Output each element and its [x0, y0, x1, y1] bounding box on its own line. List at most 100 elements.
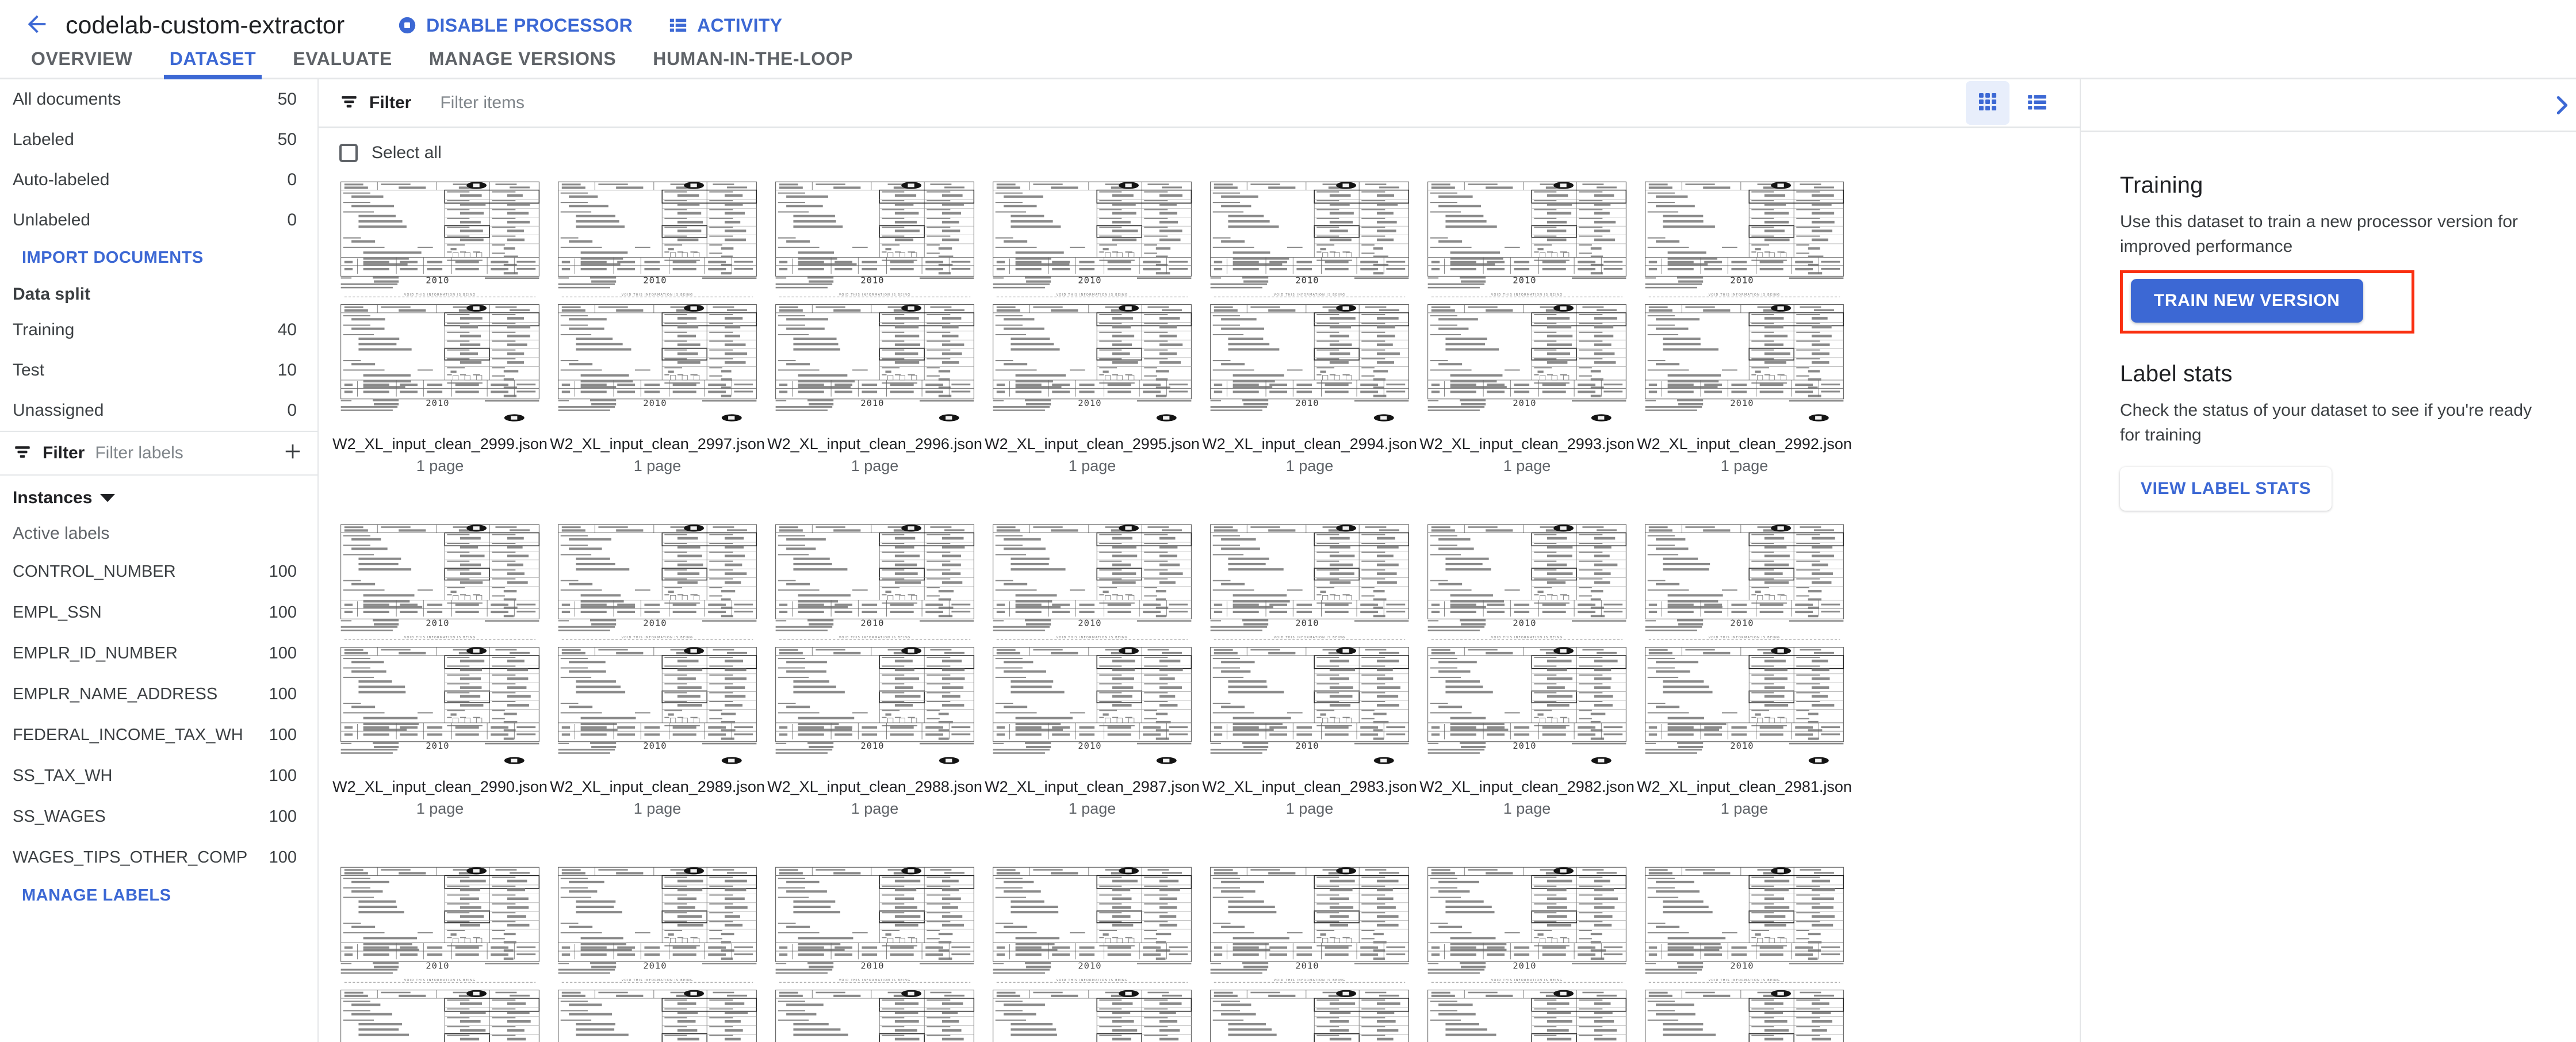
label-row-federal-income-tax-wh[interactable]: FEDERAL_INCOME_TAX_WH 100 [0, 715, 317, 756]
tab-manage-versions[interactable]: MANAGE VERSIONS [411, 48, 634, 78]
filter-items-input[interactable]: Filter items [440, 93, 525, 113]
document-name: W2_XL_input_clean_2997.json [550, 435, 765, 453]
document-name: W2_XL_input_clean_2989.json [550, 778, 765, 796]
document-card[interactable]: 2010 VOID THIS INFORMATION IS BEING 2010 W2… [331, 520, 549, 818]
chevron-down-icon [100, 494, 116, 502]
document-page-count: 1 page [1720, 457, 1769, 475]
document-card[interactable]: 2010VOID THIS INFORMATION IS BEING2010 [549, 863, 766, 1042]
label-stats-description: Check the status of your dataset to see … [2120, 401, 2532, 445]
svg-text:2010: 2010 [1078, 961, 1101, 971]
sidebar-item-unlabeled[interactable]: Unlabeled 0 [0, 200, 317, 240]
document-card[interactable]: 2010 VOID THIS INFORMATION IS BEING 2010 W2… [766, 177, 983, 475]
label-row-ss-tax-wh[interactable]: SS_TAX_WH 100 [0, 756, 317, 796]
label-count: 100 [269, 562, 297, 581]
label-name: CONTROL_NUMBER [13, 562, 176, 581]
sidebar-item-training[interactable]: Training 40 [0, 310, 317, 350]
label-name: SS_TAX_WH [13, 767, 113, 785]
manage-labels-button[interactable]: MANAGE LABELS [0, 878, 317, 913]
activity-label: ACTIVITY [697, 14, 783, 36]
label-row-emplr-name-address[interactable]: EMPLR_NAME_ADDRESS 100 [0, 674, 317, 715]
view-toggle-group [1966, 81, 2059, 125]
svg-text:2010: 2010 [643, 741, 667, 751]
import-documents-button[interactable]: IMPORT DOCUMENTS [0, 240, 317, 275]
train-new-version-button[interactable]: TRAIN NEW VERSION [2131, 279, 2363, 323]
instances-label: Instances [13, 488, 93, 507]
document-card[interactable]: 2010VOID THIS INFORMATION IS BEING2010 [983, 863, 1201, 1042]
document-card[interactable]: 2010VOID THIS INFORMATION IS BEING2010 [766, 863, 983, 1042]
svg-text:VOID THIS INFORMATION IS BEIN: VOID THIS INFORMATION IS BEING [1491, 979, 1563, 982]
document-card[interactable]: 2010 VOID THIS INFORMATION IS BEING 2010 W2… [549, 177, 766, 475]
svg-text:VOID THIS INFORMATION IS BEIN: VOID THIS INFORMATION IS BEING [1709, 636, 1781, 639]
filter-labels-input[interactable]: Filter labels [95, 443, 270, 463]
training-description: Use this dataset to train a new processo… [2120, 212, 2518, 256]
list-view-button[interactable] [2015, 81, 2059, 125]
instances-dropdown[interactable]: Instances [0, 476, 317, 511]
list-view-icon [2026, 91, 2048, 116]
document-name: W2_XL_input_clean_2987.json [985, 778, 1200, 796]
document-grid-scroll[interactable]: 2010 VOID THIS INFORMATION IS BEING 2010 W2… [319, 177, 2080, 1042]
tab-overview[interactable]: OVERVIEW [13, 48, 151, 78]
document-name: W2_XL_input_clean_2995.json [985, 435, 1200, 453]
tab-evaluate[interactable]: EVALUATE [274, 48, 411, 78]
label-row-emplr-id-number[interactable]: EMPLR_ID_NUMBER 100 [0, 633, 317, 674]
document-card[interactable]: 2010VOID THIS INFORMATION IS BEING2010 [331, 863, 549, 1042]
select-all-bar: Select all [319, 128, 2080, 177]
document-card[interactable]: 2010 VOID THIS INFORMATION IS BEING 2010 W2… [331, 177, 549, 475]
svg-text:VOID THIS INFORMATION IS BEIN: VOID THIS INFORMATION IS BEING [1057, 293, 1128, 297]
sidebar-item-test[interactable]: Test 10 [0, 350, 317, 390]
sidebar-label: Training [13, 320, 75, 339]
sidebar-count: 50 [277, 130, 297, 149]
disable-processor-button[interactable]: DISABLE PROCESSOR [397, 15, 633, 36]
training-heading: Training [2120, 173, 2203, 198]
sidebar-item-all-documents[interactable]: All documents 50 [0, 79, 317, 120]
document-card[interactable]: 2010 VOID THIS INFORMATION IS BEING 2010 W2… [1418, 177, 1636, 475]
view-label-stats-button[interactable]: VIEW LABEL STATS [2120, 467, 2332, 511]
svg-text:2010: 2010 [1513, 961, 1536, 971]
sidebar-count: 0 [287, 210, 297, 229]
document-thumbnail: 2010VOID THIS INFORMATION IS BEING2010 [989, 177, 1195, 428]
collapse-panel-button[interactable] [2548, 92, 2575, 121]
label-row-empl-ssn[interactable]: EMPL_SSN 100 [0, 592, 317, 633]
document-card[interactable]: 2010 VOID THIS INFORMATION IS BEING 2010 W2… [983, 520, 1201, 818]
document-card[interactable]: 2010 VOID THIS INFORMATION IS BEING 2010 W2… [766, 520, 983, 818]
svg-text:VOID THIS INFORMATION IS BEIN: VOID THIS INFORMATION IS BEING [1709, 293, 1781, 297]
tab-dataset[interactable]: DATASET [151, 48, 275, 79]
page-title: codelab-custom-extractor [66, 11, 345, 39]
grid-view-icon [1977, 91, 1999, 116]
filter-label: Filter [43, 443, 85, 462]
sidebar-item-unassigned[interactable]: Unassigned 0 [0, 390, 317, 431]
document-card[interactable]: 2010 VOID THIS INFORMATION IS BEING 2010 W2… [1418, 520, 1636, 818]
label-count: 100 [269, 767, 297, 785]
label-row-control-number[interactable]: CONTROL_NUMBER 100 [0, 551, 317, 592]
sidebar-count: 40 [277, 320, 297, 339]
document-card[interactable]: 2010 VOID THIS INFORMATION IS BEING 2010 W2… [1201, 520, 1418, 818]
sidebar-label: Labeled [13, 130, 74, 149]
document-card[interactable]: 2010VOID THIS INFORMATION IS BEING2010 [1201, 863, 1418, 1042]
stop-circle-icon [397, 16, 417, 35]
document-card[interactable]: 2010 VOID THIS INFORMATION IS BEING 2010 W2… [1201, 177, 1418, 475]
sidebar-label: Unassigned [13, 401, 104, 420]
right-panel-body: Training Use this dataset to train a new… [2081, 132, 2576, 511]
tab-human-in-the-loop[interactable]: HUMAN-IN-THE-LOOP [634, 48, 871, 78]
document-card[interactable]: 2010 VOID THIS INFORMATION IS BEING 2010 W2… [983, 177, 1201, 475]
svg-text:2010: 2010 [1513, 618, 1536, 629]
sidebar-item-labeled[interactable]: Labeled 50 [0, 120, 317, 160]
document-card[interactable]: 2010 VOID THIS INFORMATION IS BEING 2010 W2… [1636, 520, 1853, 818]
sidebar-label: Test [13, 361, 45, 380]
document-thumbnail: 2010VOID THIS INFORMATION IS BEING2010 [337, 863, 543, 1042]
label-row-ss-wages[interactable]: SS_WAGES 100 [0, 796, 317, 837]
document-card[interactable]: 2010 VOID THIS INFORMATION IS BEING 2010 W2… [1636, 177, 1853, 475]
select-all-checkbox[interactable] [339, 143, 358, 162]
activity-button[interactable]: ACTIVITY [668, 15, 782, 36]
label-name: EMPLR_ID_NUMBER [13, 644, 178, 662]
document-card[interactable]: 2010 VOID THIS INFORMATION IS BEING 2010 W2… [549, 520, 766, 818]
svg-text:VOID THIS INFORMATION IS BEIN: VOID THIS INFORMATION IS BEING [1057, 979, 1128, 982]
document-card[interactable]: 2010VOID THIS INFORMATION IS BEING2010 [1636, 863, 1853, 1042]
grid-view-button[interactable] [1966, 81, 2009, 125]
label-row-wages-tips-other-comp[interactable]: WAGES_TIPS_OTHER_COMP 100 [0, 837, 317, 878]
back-button[interactable] [16, 5, 58, 46]
sidebar-item-auto-labeled[interactable]: Auto-labeled 0 [0, 160, 317, 200]
label-count: 100 [269, 807, 297, 826]
document-card[interactable]: 2010VOID THIS INFORMATION IS BEING2010 [1418, 863, 1636, 1042]
plus-icon[interactable] [281, 439, 305, 468]
